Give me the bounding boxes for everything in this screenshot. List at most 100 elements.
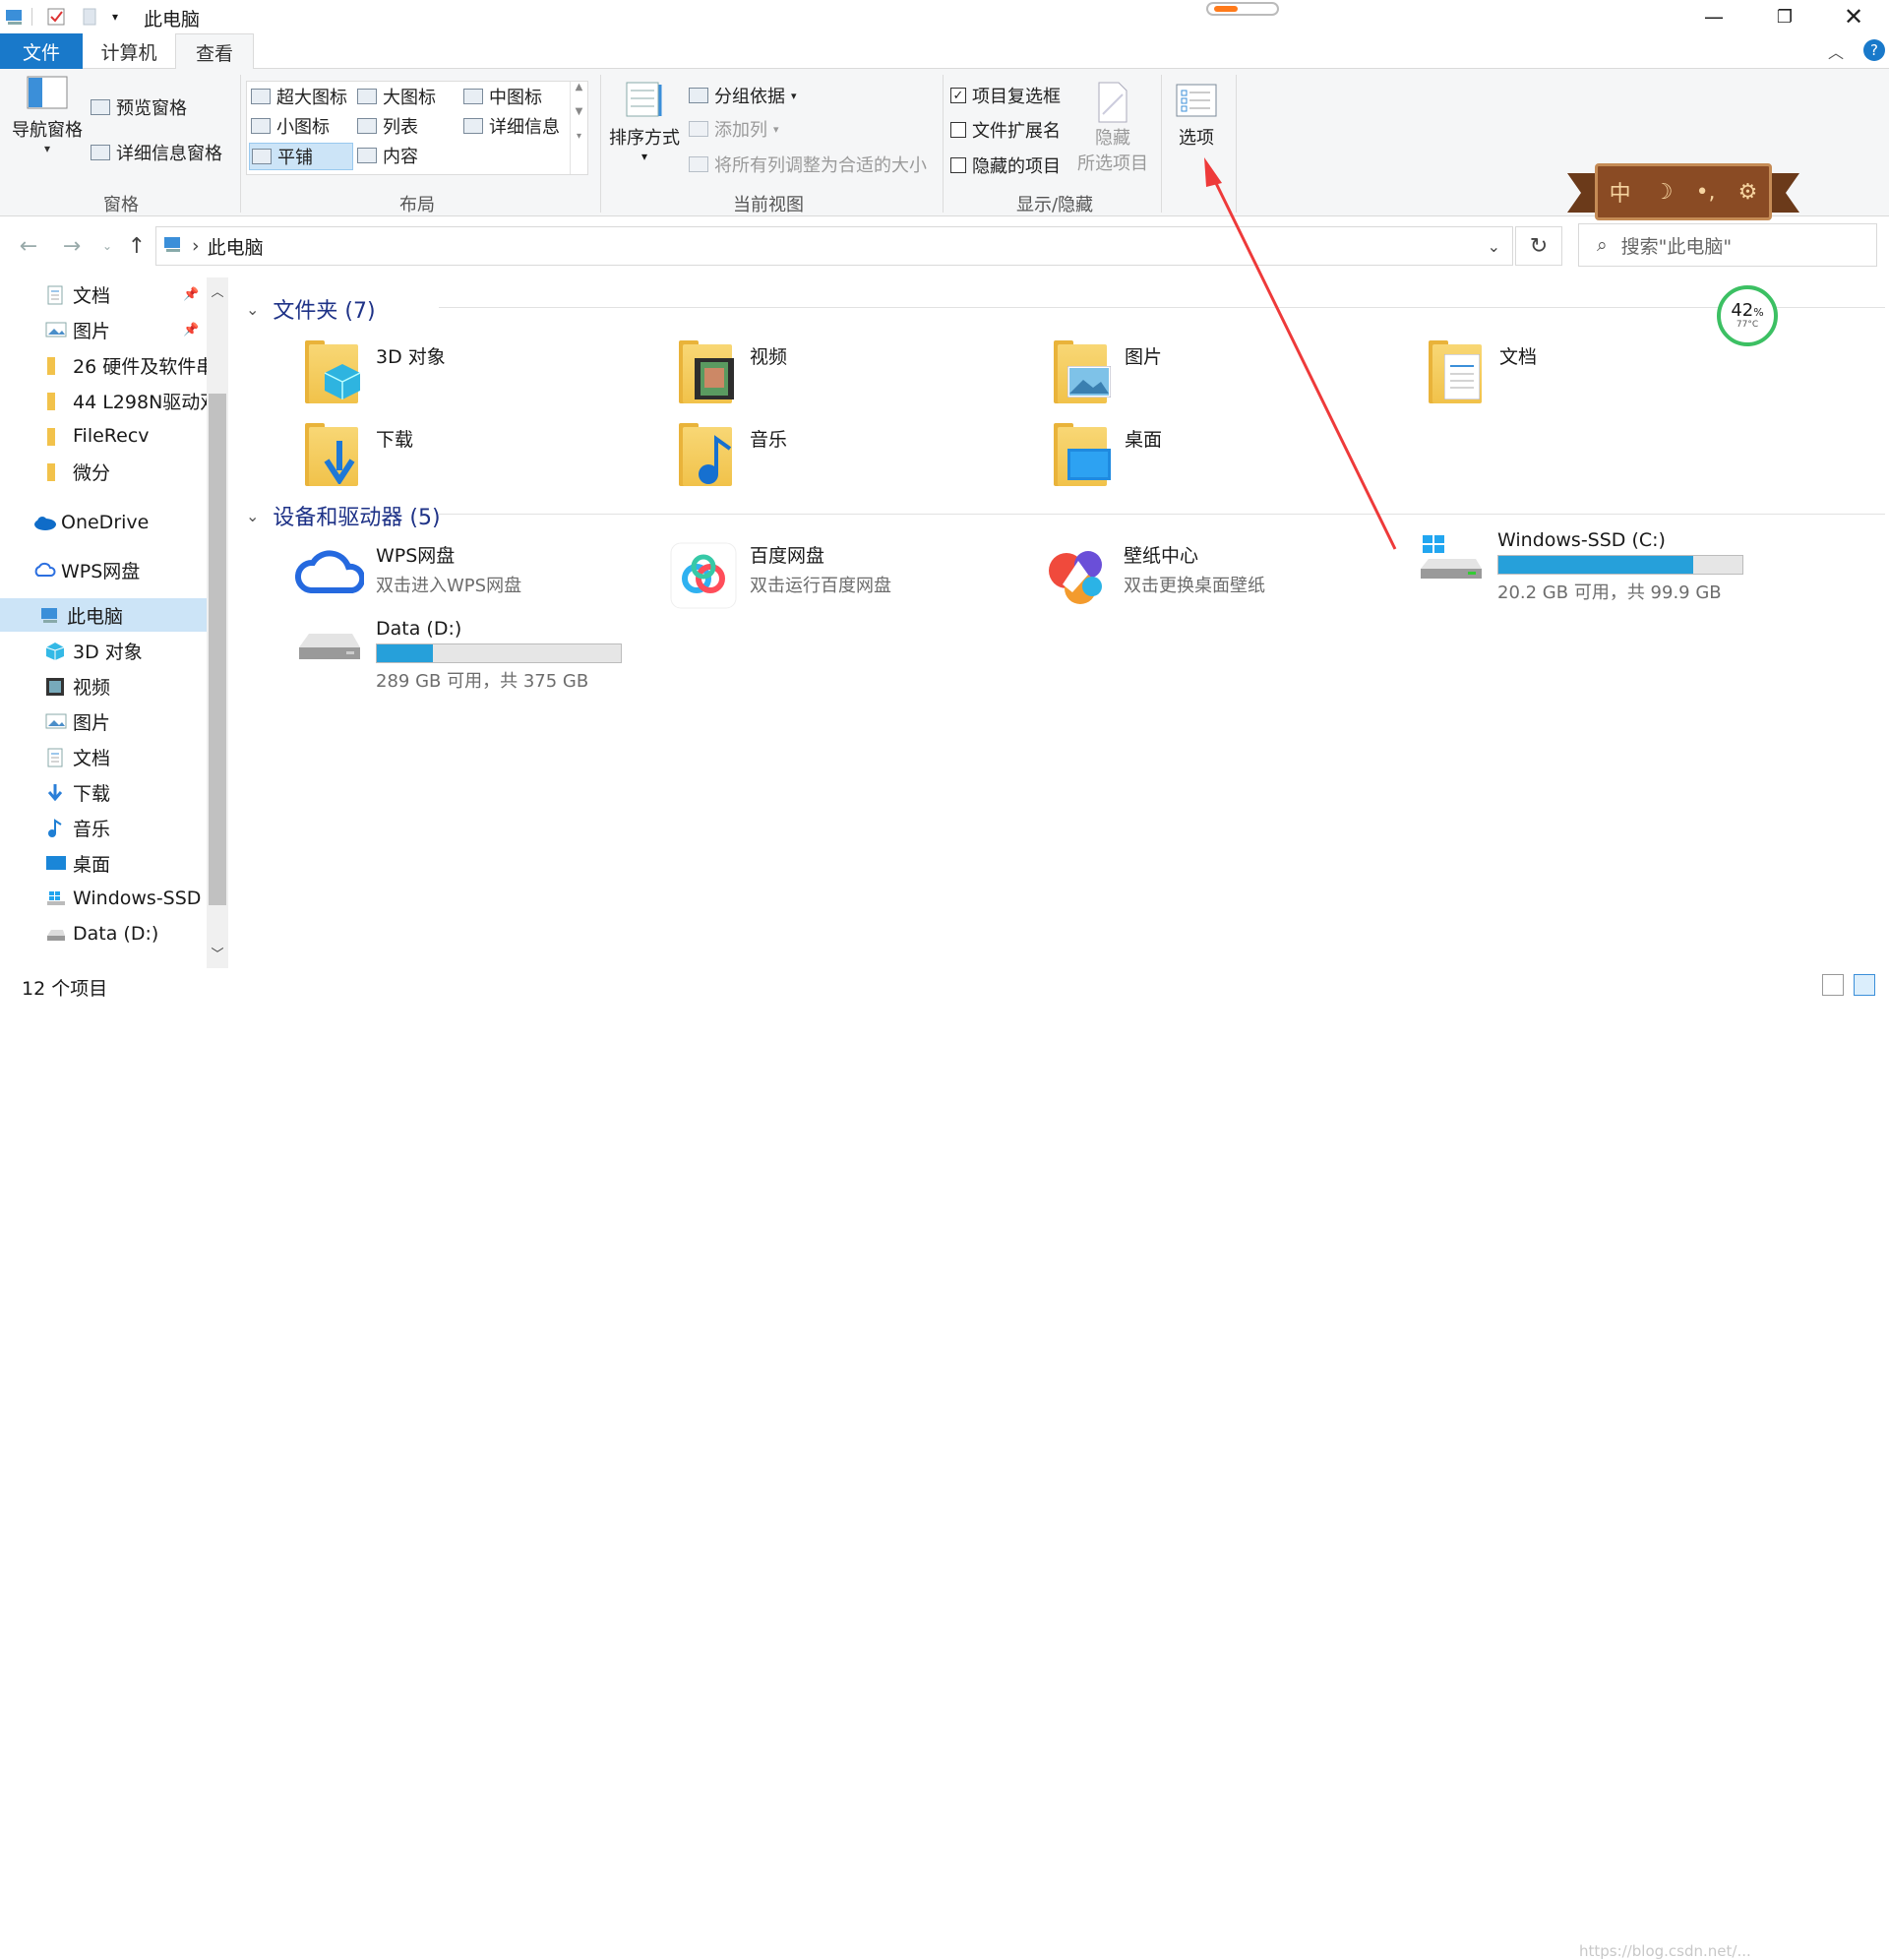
device-tile[interactable]: WPS网盘 双击进入WPS网盘 [294,541,669,620]
sidebar-item[interactable]: 图片 [0,704,207,738]
device-tile[interactable]: Windows-SSD (C:) 20.2 GB 可用，共 99.9 GB [1417,529,1791,608]
nav-scrollbar-thumb[interactable] [209,394,226,905]
device-tile[interactable]: 壁纸中心 双击更换桌面壁纸 [1043,541,1417,620]
details-view-icon[interactable] [1822,974,1844,996]
sidebar-item[interactable]: 此电脑 [0,598,207,632]
sidebar-item[interactable]: 44 L298N驱动双 [0,384,207,417]
hidden-items-toggle[interactable]: 隐藏的项目 [950,153,1061,178]
sidebar-item[interactable]: 图片 📌 [0,313,207,346]
sidebar-item[interactable]: WPS网盘 [0,553,207,586]
sidebar-item[interactable]: 视频 [0,669,207,703]
this-pc-icon[interactable] [4,6,26,28]
layout-large-icons[interactable]: 大图标 [357,84,436,109]
tab-file[interactable]: 文件 [0,33,83,69]
folder-tile[interactable]: 3D 对象 [301,337,636,415]
address-box[interactable]: › 此电脑 ⌄ [155,226,1513,266]
add-columns-button[interactable]: 添加列 ▾ [689,116,779,142]
layout-details[interactable]: 详细信息 [463,113,560,139]
recent-locations-button[interactable]: ⌄ [92,231,122,261]
punctuation-icon[interactable]: •, [1696,180,1716,205]
forward-button[interactable]: → [57,231,87,261]
layout-medium-icons[interactable]: 中图标 [463,84,542,109]
device-name: 壁纸中心 [1124,545,1199,567]
minimize-button[interactable]: — [1678,0,1749,33]
device-tile[interactable]: Data (D:) 289 GB 可用，共 375 GB [295,618,669,697]
gear-icon[interactable]: ⚙ [1738,180,1758,205]
layout-scroll[interactable]: ▲ ▼ ▾ [570,82,587,174]
folder-tile[interactable]: 图片 [1050,337,1384,415]
cpu-usage-widget[interactable]: 42% 77°C [1717,285,1778,346]
layout-small-icons[interactable]: 小图标 [251,113,330,139]
folders-section-header[interactable]: ⌄ 文件夹 (7) [246,293,376,325]
pin-icon[interactable]: 📌 [183,287,199,302]
refresh-button[interactable]: ↻ [1515,226,1562,266]
theme-badge-widget[interactable]: 中 ☽ •, ⚙ [1567,163,1799,220]
customize-toolbar-chevron-icon[interactable]: ▾ [104,6,126,28]
new-folder-icon[interactable] [79,6,100,28]
help-icon[interactable]: ? [1863,39,1885,61]
address-bar-row: ← → ⌄ ↑ › 此电脑 ⌄ ↻ ⌕ 搜索"此电脑" [0,221,1889,271]
sidebar-item[interactable]: Windows-SSD ( [0,882,207,915]
sidebar-item[interactable]: 音乐 [0,811,207,844]
sidebar-item[interactable]: 下载 [0,775,207,809]
layout-extra-large-icons[interactable]: 超大图标 [251,84,347,109]
devices-section-header[interactable]: ⌄ 设备和驱动器 (5) [246,500,441,531]
folder-tile[interactable]: 视频 [675,337,1009,415]
address-dropdown-chevron-icon[interactable]: ⌄ [1488,237,1500,256]
checkbox-unchecked[interactable] [950,122,966,138]
preview-pane-button[interactable]: 预览窗格 [91,94,187,120]
drive-icon [295,618,364,681]
tab-computer[interactable]: 计算机 [85,33,173,69]
sidebar-item[interactable]: 文档 [0,740,207,773]
hide-selected-button[interactable]: 隐藏 所选项目 [1074,81,1151,175]
folder-tile[interactable]: 下载 [301,419,636,498]
restore-icon: ❐ [1776,6,1794,28]
tab-view[interactable]: 查看 [175,33,254,70]
sidebar-item[interactable]: 微分 [0,455,207,488]
folder-tile[interactable]: 音乐 [675,419,1009,498]
sort-icon [626,82,662,117]
device-tile[interactable]: 百度网盘 双击运行百度网盘 [669,541,1043,620]
collapse-ribbon-icon[interactable]: ︿ [1828,39,1844,63]
item-checkboxes-toggle[interactable]: ✓ 项目复选框 [950,83,1061,108]
group-by-button[interactable]: 分组依据 ▾ [689,83,797,108]
sidebar-item[interactable]: 文档 📌 [0,277,207,311]
layout-gallery: 超大图标 大图标 中图标 小图标 列表 详细信息 平铺 内容 ▲ ▼ ▾ [246,81,588,175]
sidebar-item[interactable]: OneDrive [0,506,207,539]
layout-list[interactable]: 列表 [357,113,418,139]
up-button[interactable]: ↑ [122,231,152,261]
sidebar-item[interactable]: FileRecv [0,419,207,453]
back-button[interactable]: ← [14,231,43,261]
sidebar-item[interactable]: 桌面 [0,846,207,880]
close-button[interactable]: ✕ [1818,0,1889,33]
size-columns-button[interactable]: 将所有列调整为合适的大小 [689,152,927,177]
nav-pane-button[interactable]: 导航窗格 ▾ [8,73,87,181]
chinese-input-icon[interactable]: 中 [1610,176,1631,208]
sidebar-item[interactable]: 3D 对象 [0,634,207,667]
breadcrumb-this-pc[interactable]: 此电脑 [208,233,264,260]
scroll-up-icon[interactable]: ︿ [207,281,228,300]
large-icons-view-icon[interactable] [1854,974,1875,996]
checkbox-checked[interactable]: ✓ [950,88,966,103]
folder-tile[interactable]: 桌面 [1050,419,1384,498]
moon-icon[interactable]: ☽ [1654,180,1674,205]
sort-by-button[interactable]: 排序方式 ▾ [606,79,683,163]
file-extensions-toggle[interactable]: 文件扩展名 [950,117,1061,143]
scroll-down-icon[interactable]: ﹀ [207,944,228,962]
breadcrumb-separator-icon[interactable]: › [192,235,200,257]
layout-tiles[interactable]: 平铺 [249,143,353,170]
options-button[interactable]: 选项 [1167,83,1226,150]
details-pane-button[interactable]: 详细信息窗格 [91,140,222,165]
layout-label: 大图标 [383,88,436,108]
folder-tile[interactable]: 文档 [1425,337,1759,415]
layout-content[interactable]: 内容 [357,143,418,168]
maximize-button[interactable]: ❐ [1749,0,1820,33]
properties-icon[interactable] [45,6,67,28]
pin-icon[interactable]: 📌 [183,323,199,337]
checkbox-unchecked[interactable] [950,157,966,173]
sidebar-item[interactable]: 26 硬件及软件串 [0,348,207,382]
group-label-show-hide: 显示/隐藏 [1015,195,1094,215]
document-icon [45,748,65,767]
search-input[interactable]: ⌕ 搜索"此电脑" [1578,223,1877,267]
sidebar-item[interactable]: Data (D:) [0,917,207,950]
